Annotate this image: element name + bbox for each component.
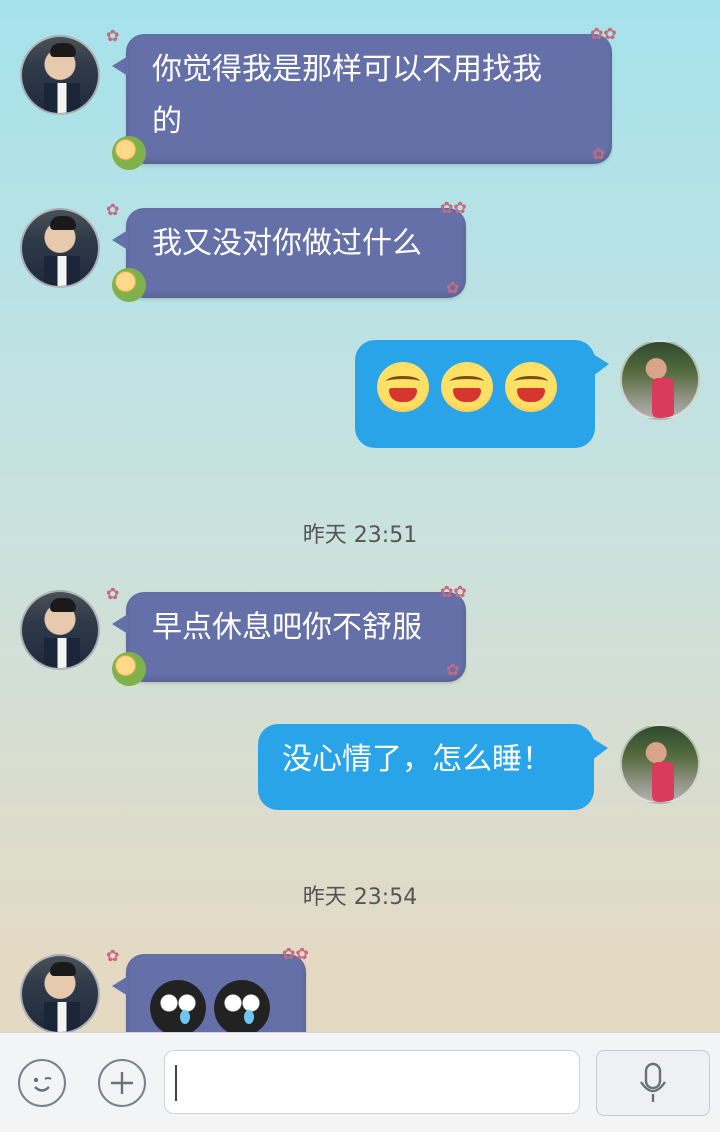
plus-icon xyxy=(111,1072,133,1094)
message-bubble[interactable]: 没心情了，怎么睡！ xyxy=(258,724,608,810)
input-toolbar xyxy=(0,1032,720,1132)
emoji-button[interactable] xyxy=(18,1059,66,1107)
flower-icon: ✿✿ xyxy=(282,944,309,963)
my-avatar[interactable] xyxy=(620,340,700,420)
flower-icon: ✿✿ xyxy=(590,24,617,43)
my-avatar[interactable] xyxy=(620,724,700,804)
contact-avatar[interactable] xyxy=(20,208,100,288)
laugh-emoji-icon xyxy=(377,361,429,412)
flower-icon: ✿ xyxy=(106,200,120,219)
message-text: 没心情了，怎么睡！ xyxy=(282,742,552,777)
flower-icon: ✿ xyxy=(446,660,460,679)
message-bubble[interactable] xyxy=(355,340,609,448)
message-text: 的 xyxy=(152,104,182,139)
bubble-decoration-icon xyxy=(112,136,146,170)
timestamp: 昨天 23:51 xyxy=(302,523,418,548)
bubble-decoration-icon xyxy=(112,652,146,686)
flower-icon: ✿ xyxy=(592,144,606,163)
timestamp: 昨天 23:54 xyxy=(302,885,418,910)
message-input[interactable] xyxy=(164,1050,580,1114)
plus-button[interactable] xyxy=(98,1059,146,1107)
message-text: 早点休息吧你不舒服 xyxy=(152,610,422,645)
laugh-emoji-icon xyxy=(441,361,493,412)
chat-area: 你觉得我是那样可以不用找我 的 ✿ ✿✿ ✿ 我又没对你做过什么 ✿ ✿✿ ✿ … xyxy=(0,0,720,1032)
cry-emoji-icon xyxy=(214,980,270,1032)
message-bubble[interactable]: 我又没对你做过什么 xyxy=(112,208,466,298)
laugh-emoji-icon xyxy=(505,361,557,412)
contact-avatar[interactable] xyxy=(20,590,100,670)
flower-icon: ✿ xyxy=(446,278,460,297)
message-bubble[interactable]: 早点休息吧你不舒服 xyxy=(112,592,466,682)
contact-avatar[interactable] xyxy=(20,954,100,1032)
contact-avatar[interactable] xyxy=(20,35,100,115)
flower-icon: ✿✿ xyxy=(440,198,467,217)
flower-icon: ✿ xyxy=(106,26,120,45)
message-text: 你觉得我是那样可以不用找我 xyxy=(152,52,542,87)
flower-icon: ✿✿ xyxy=(440,582,467,601)
message-bubble[interactable]: 你觉得我是那样可以不用找我 的 xyxy=(112,34,612,164)
message-text: 我又没对你做过什么 xyxy=(152,226,422,261)
voice-button[interactable] xyxy=(596,1050,710,1116)
flower-icon: ✿ xyxy=(106,584,120,603)
bubble-decoration-icon xyxy=(112,268,146,302)
message-bubble[interactable] xyxy=(112,954,306,1032)
flower-icon: ✿ xyxy=(106,946,120,965)
mic-icon xyxy=(640,1062,666,1102)
cry-emoji-icon xyxy=(150,980,206,1032)
smile-icon xyxy=(33,1077,52,1092)
